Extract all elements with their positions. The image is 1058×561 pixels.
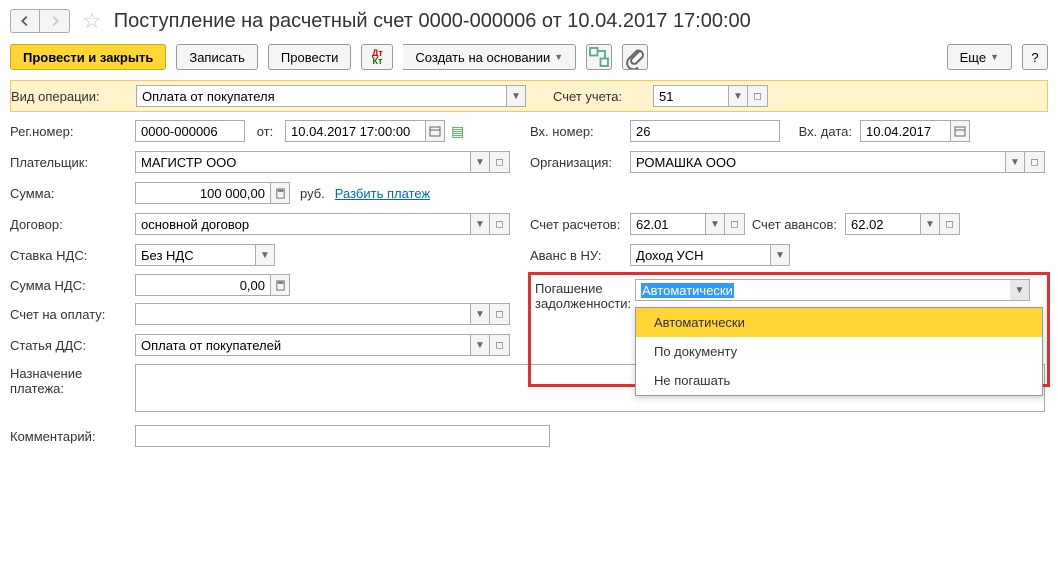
- date-input[interactable]: [285, 120, 425, 142]
- invoice-input[interactable]: [135, 303, 470, 325]
- advance-nu-dropdown-icon[interactable]: ▼: [770, 244, 790, 266]
- record-button[interactable]: Записать: [176, 44, 258, 70]
- payer-dropdown-icon[interactable]: ▼: [470, 151, 490, 173]
- comment-label: Комментарий:: [10, 429, 135, 444]
- split-payment-link[interactable]: Разбить платеж: [335, 186, 430, 201]
- from-label: от:: [245, 124, 285, 139]
- vat-amount-label: Сумма НДС:: [10, 278, 135, 293]
- debt-repay-input[interactable]: Автоматически: [635, 279, 1010, 301]
- dds-dropdown-icon[interactable]: ▼: [470, 334, 490, 356]
- advance-acc-input[interactable]: [845, 213, 920, 235]
- op-type-dropdown-icon[interactable]: ▼: [506, 85, 526, 107]
- vat-rate-dropdown-icon[interactable]: ▼: [255, 244, 275, 266]
- dds-open-icon[interactable]: ◻: [490, 334, 510, 356]
- create-based-button[interactable]: Создать на основании ▼: [403, 44, 576, 70]
- dropdown-option-auto[interactable]: Автоматически: [636, 308, 1042, 337]
- debt-repay-dropdown-list: Автоматически По документу Не погашать: [635, 307, 1043, 396]
- advance-dropdown-icon[interactable]: ▼: [920, 213, 940, 235]
- settle-dropdown-icon[interactable]: ▼: [705, 213, 725, 235]
- dds-input[interactable]: [135, 334, 470, 356]
- invoice-dropdown-icon[interactable]: ▼: [470, 303, 490, 325]
- calendar-icon[interactable]: [950, 120, 970, 142]
- forward-button[interactable]: [40, 9, 70, 33]
- in-no-label: Вх. номер:: [530, 124, 630, 139]
- payer-label: Плательщик:: [10, 155, 135, 170]
- op-type-input[interactable]: [136, 85, 506, 107]
- in-date-input[interactable]: [860, 120, 950, 142]
- account-open-icon[interactable]: ◻: [748, 85, 768, 107]
- account-dropdown-icon[interactable]: ▼: [728, 85, 748, 107]
- org-input[interactable]: [630, 151, 1005, 173]
- settle-acc-label: Счет расчетов:: [530, 217, 630, 232]
- contract-dropdown-icon[interactable]: ▼: [470, 213, 490, 235]
- purpose-label: Назначение платежа:: [10, 364, 135, 396]
- org-open-icon[interactable]: ◻: [1025, 151, 1045, 173]
- calendar-icon[interactable]: [425, 120, 445, 142]
- more-button[interactable]: Еще ▼: [947, 44, 1012, 70]
- amount-label: Сумма:: [10, 186, 135, 201]
- favorite-star-icon[interactable]: ☆: [82, 8, 102, 34]
- dropdown-option-by-doc[interactable]: По документу: [636, 337, 1042, 366]
- settle-acc-input[interactable]: [630, 213, 705, 235]
- help-button[interactable]: ?: [1022, 44, 1048, 70]
- contract-input[interactable]: [135, 213, 470, 235]
- invoice-open-icon[interactable]: ◻: [490, 303, 510, 325]
- invoice-label: Счет на оплату:: [10, 307, 135, 322]
- rub-label: руб.: [290, 186, 335, 201]
- advance-nu-input[interactable]: [630, 244, 770, 266]
- vat-rate-label: Ставка НДС:: [10, 248, 135, 263]
- account-input[interactable]: [653, 85, 728, 107]
- account-label: Счет учета:: [553, 89, 653, 104]
- post-and-close-button[interactable]: Провести и закрыть: [10, 44, 166, 70]
- dds-label: Статья ДДС:: [10, 338, 135, 353]
- dropdown-option-no-repay[interactable]: Не погашать: [636, 366, 1042, 395]
- debt-repay-dropdown-icon[interactable]: ▼: [1010, 279, 1030, 301]
- settle-open-icon[interactable]: ◻: [725, 213, 745, 235]
- vat-rate-input[interactable]: [135, 244, 255, 266]
- page-title: Поступление на расчетный счет 0000-00000…: [114, 10, 751, 33]
- advance-acc-label: Счет авансов:: [745, 217, 845, 232]
- org-dropdown-icon[interactable]: ▼: [1005, 151, 1025, 173]
- calculator-icon[interactable]: [270, 182, 290, 204]
- payer-open-icon[interactable]: ◻: [490, 151, 510, 173]
- vat-amount-input[interactable]: [135, 274, 270, 296]
- reg-no-label: Рег.номер:: [10, 124, 135, 139]
- contract-open-icon[interactable]: ◻: [490, 213, 510, 235]
- payer-input[interactable]: [135, 151, 470, 173]
- org-label: Организация:: [530, 155, 630, 170]
- comment-input[interactable]: [135, 425, 550, 447]
- debt-repay-label: Погашение задолженности:: [535, 279, 635, 311]
- reg-no-input[interactable]: [135, 120, 245, 142]
- op-type-label: Вид операции:: [11, 89, 136, 104]
- post-button[interactable]: Провести: [268, 44, 352, 70]
- calculator-icon[interactable]: [270, 274, 290, 296]
- advance-nu-label: Аванс в НУ:: [530, 248, 630, 263]
- dt-kt-button[interactable]: ДтКт: [361, 44, 393, 70]
- in-date-label: Вх. дата:: [780, 124, 860, 139]
- linked-docs-button[interactable]: [586, 44, 612, 70]
- in-no-input[interactable]: [630, 120, 780, 142]
- attach-button[interactable]: [622, 44, 648, 70]
- posted-icon: ▤: [451, 123, 464, 140]
- back-button[interactable]: [10, 9, 40, 33]
- amount-input[interactable]: [135, 182, 270, 204]
- contract-label: Договор:: [10, 217, 135, 232]
- advance-open-icon[interactable]: ◻: [940, 213, 960, 235]
